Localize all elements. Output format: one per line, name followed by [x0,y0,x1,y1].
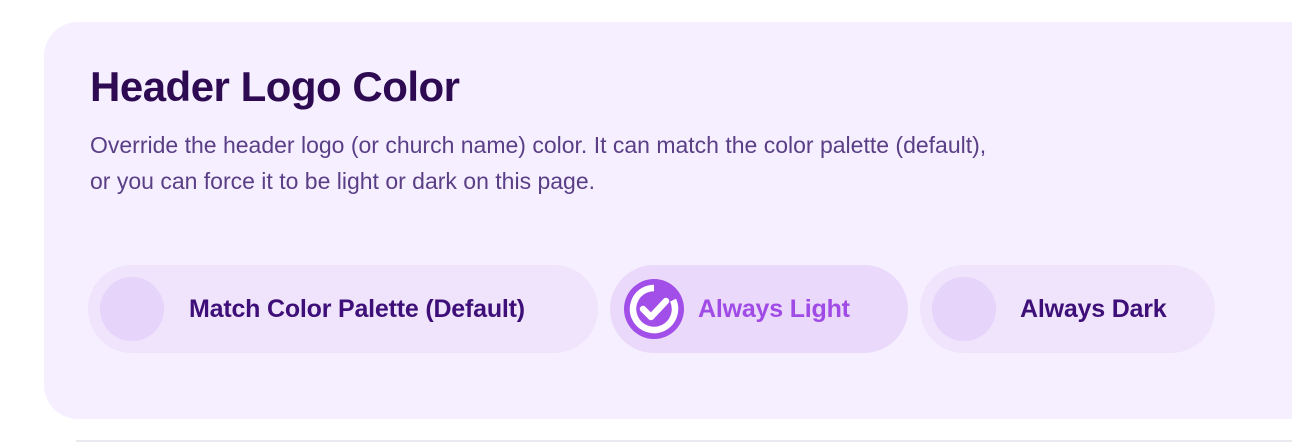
option-label: Always Light [698,294,850,323]
check-circle-icon[interactable] [622,277,686,341]
section-divider [76,440,1292,442]
section-description: Override the header logo (or church name… [90,132,987,194]
radio-unchecked[interactable] [932,277,996,341]
option-always-light[interactable]: Always Light [610,265,908,353]
option-always-dark[interactable]: Always Dark [920,265,1215,353]
check-circle-icon-graphic [624,279,684,339]
section-title: Header Logo Color [90,63,460,110]
option-label: Match Color Palette (Default) [189,294,525,323]
logo-color-options: Match Color Palette (Default) Always Lig… [88,265,1215,353]
option-match-color-palette[interactable]: Match Color Palette (Default) [88,265,598,353]
radio-unchecked[interactable] [100,277,164,341]
option-label: Always Dark [1020,294,1167,323]
